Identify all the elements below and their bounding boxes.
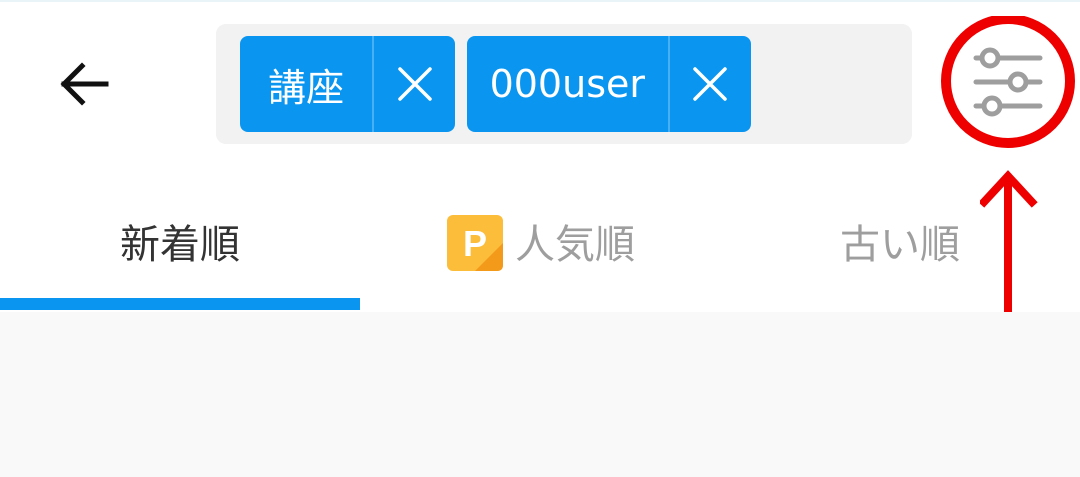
search-chip[interactable]: 講座: [240, 36, 455, 132]
search-field[interactable]: 講座 000user: [216, 24, 912, 144]
chip-label[interactable]: 講座: [240, 36, 372, 132]
sliders-icon: [941, 16, 1075, 148]
red-arrow-annotation: [980, 170, 1038, 312]
premium-p-icon: P: [447, 215, 503, 271]
search-chip[interactable]: 000user: [467, 36, 751, 132]
close-icon: [397, 67, 432, 101]
tab-label: 人気順: [515, 222, 635, 268]
close-icon: [693, 67, 728, 101]
app-bar: 講座 000user 新着順 P 人気順 古い順: [0, 0, 1080, 312]
arrow-left-icon: [60, 62, 109, 106]
tab-selected-indicator: [0, 298, 360, 310]
tab-popular[interactable]: P 人気順: [360, 170, 720, 312]
chip-label[interactable]: 000user: [467, 36, 668, 132]
tab-label: 新着順: [120, 222, 240, 268]
remove-chip-button[interactable]: [374, 36, 455, 132]
remove-chip-button[interactable]: [670, 36, 751, 132]
premium-p-text: P: [463, 223, 487, 264]
results-area: [0, 312, 1080, 477]
search-results-screen: 講座 000user 新着順 P 人気順 古い順: [0, 0, 1080, 477]
status-divider: [0, 0, 1080, 2]
tab-label: 古い順: [840, 222, 960, 268]
filter-button[interactable]: [940, 16, 1076, 152]
sort-tabs: 新着順 P 人気順 古い順: [0, 170, 1080, 312]
tab-newest[interactable]: 新着順: [0, 170, 360, 312]
back-button[interactable]: [44, 44, 124, 124]
